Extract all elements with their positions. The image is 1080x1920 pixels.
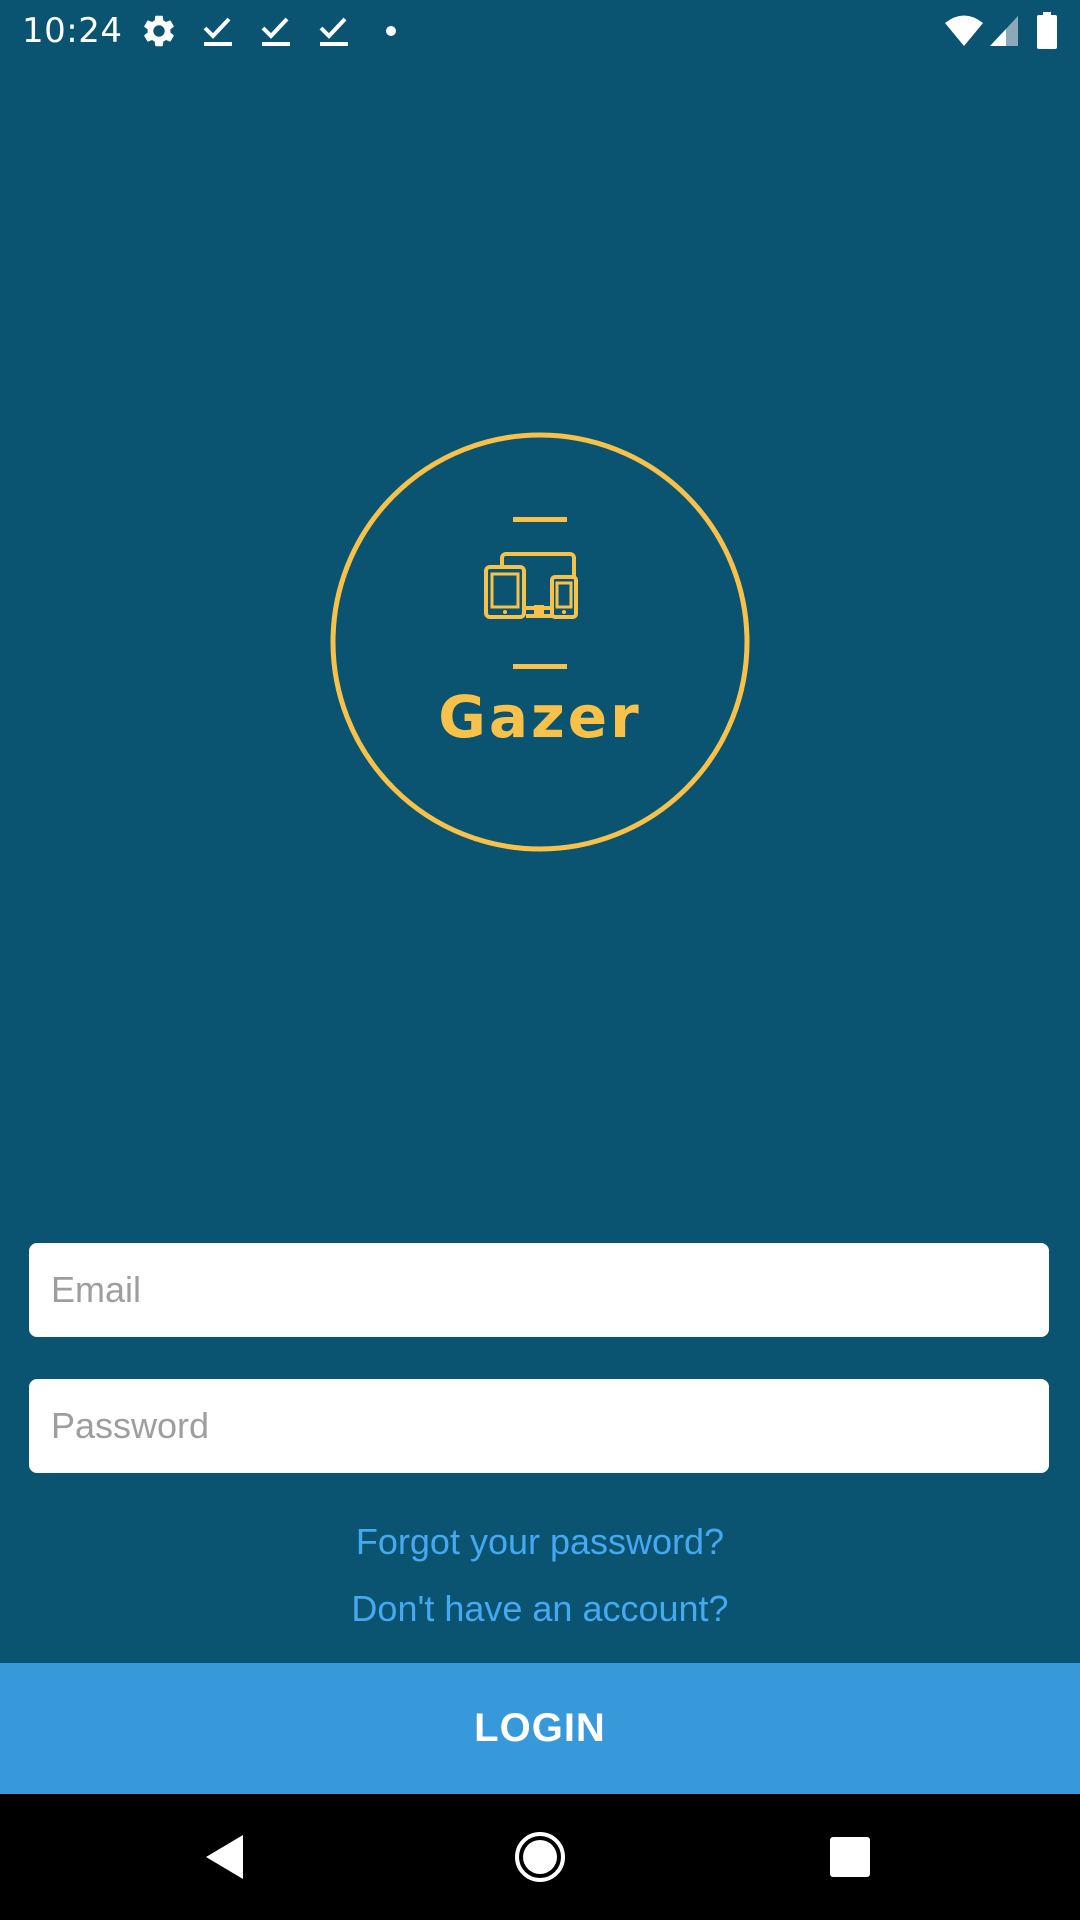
battery-icon [1037, 12, 1057, 49]
login-screen: 10:24 Gazer Email Forgot your password? … [0, 0, 1080, 1920]
status-bar: 10:24 [0, 0, 1080, 62]
check-icon [203, 17, 232, 46]
app-title: Gazer [438, 683, 642, 751]
check-icon [261, 17, 290, 46]
gear-icon [144, 15, 174, 47]
recents-button[interactable] [790, 1794, 910, 1920]
back-button[interactable] [165, 1794, 285, 1920]
recents-icon [830, 1837, 870, 1877]
check-icon [319, 17, 348, 46]
wifi-icon [945, 15, 983, 46]
password-field[interactable] [29, 1379, 1049, 1473]
back-icon [206, 1835, 243, 1879]
navigation-bar [0, 1794, 1080, 1920]
forgot-password-link[interactable]: Forgot your password? [0, 1520, 1080, 1564]
home-button[interactable] [480, 1794, 600, 1920]
email-field[interactable] [29, 1243, 1049, 1337]
app-logo: Gazer [330, 432, 750, 852]
signal-icon [990, 16, 1018, 46]
devices-icon [484, 517, 578, 669]
status-time: 10:24 [22, 11, 123, 51]
home-icon [515, 1832, 565, 1882]
dot-icon [386, 26, 396, 36]
signup-link[interactable]: Don't have an account? [0, 1587, 1080, 1631]
login-button[interactable]: LOGIN [0, 1663, 1080, 1794]
